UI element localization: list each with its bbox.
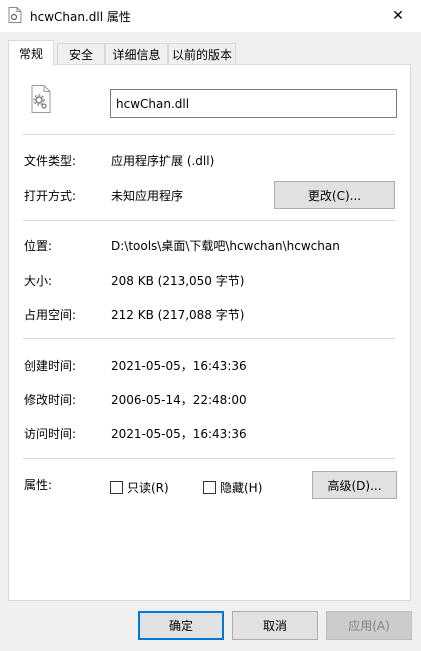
general-panel: 文件类型: 应用程序扩展 (.dll) 打开方式: 未知应用程序 更改(C)..… [8,64,411,601]
opens-with-value: 未知应用程序 [111,189,184,203]
file-type-value: 应用程序扩展 (.dll) [111,154,215,168]
dll-file-icon [8,7,22,23]
title-bar: hcwChan.dll 属性 ✕ [0,0,421,32]
hidden-checkbox[interactable]: 隐藏(H) [203,479,262,496]
change-button-label: 更改(C)... [307,188,362,203]
close-icon: ✕ [392,8,404,24]
separator [23,338,395,339]
readonly-checkbox[interactable]: 只读(R) [110,479,169,496]
modified-value: 2006-05-14，22:48:00 [111,393,247,407]
created-value: 2021-05-05，16:43:36 [111,359,247,373]
size-on-disk-value: 212 KB (217,088 字节) [111,308,245,322]
size-label: 大小: [24,274,53,288]
tab-label: 以前的版本 [171,47,232,62]
location-value: D:\tools\桌面\下载吧\hcwchan\hcwchan [111,239,340,253]
opens-with-label: 打开方式: [24,189,77,203]
separator [23,458,395,459]
tab-previous-versions[interactable]: 以前的版本 [168,43,236,64]
accessed-value: 2021-05-05，16:43:36 [111,427,247,441]
advanced-button[interactable]: 高级(D)... [312,471,397,499]
hidden-label: 隐藏(H) [220,481,263,495]
tab-details[interactable]: 详细信息 [105,43,168,64]
tab-security[interactable]: 安全 [57,43,105,64]
checkbox-box[interactable] [203,481,216,494]
cancel-button[interactable]: 取消 [232,611,318,640]
size-value: 208 KB (213,050 字节) [111,274,245,288]
apply-button[interactable]: 应用(A) [326,611,412,640]
change-button[interactable]: 更改(C)... [274,181,395,209]
size-on-disk-label: 占用空间: [24,308,77,322]
file-name-input[interactable] [110,89,397,118]
attributes-label: 属性: [24,478,53,492]
apply-button-label: 应用(A) [348,619,390,633]
modified-label: 修改时间: [24,393,77,407]
tab-general[interactable]: 常规 [8,40,54,66]
advanced-button-label: 高级(D)... [327,478,382,493]
separator [23,134,395,135]
cancel-button-label: 取消 [262,619,287,633]
window-title: hcwChan.dll 属性 [30,10,131,24]
readonly-label: 只读(R) [127,481,169,495]
separator [23,220,395,221]
ok-button[interactable]: 确定 [138,611,224,640]
close-button[interactable]: ✕ [375,0,421,32]
tab-label: 安全 [68,47,93,62]
tab-label: 常规 [18,47,43,61]
checkbox-box[interactable] [110,481,123,494]
file-type-label: 文件类型: [24,154,77,168]
accessed-label: 访问时间: [24,427,77,441]
created-label: 创建时间: [24,359,77,373]
tab-label: 详细信息 [112,47,161,62]
location-label: 位置: [24,239,53,253]
gear-file-icon [31,85,51,113]
ok-button-label: 确定 [168,619,193,633]
